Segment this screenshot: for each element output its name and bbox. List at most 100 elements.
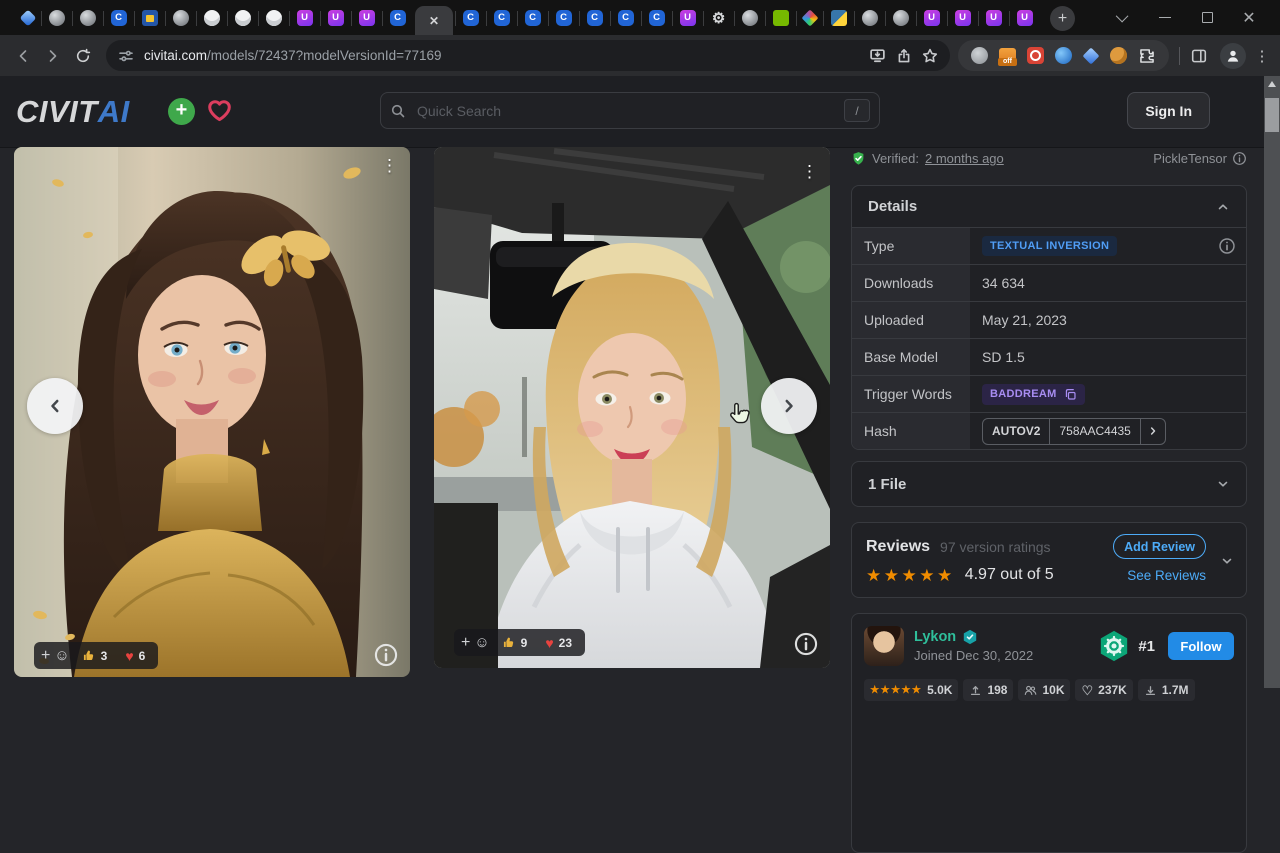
minimize-button[interactable] xyxy=(1144,1,1186,35)
forward-button[interactable] xyxy=(38,41,68,71)
tab-close-icon[interactable]: ✕ xyxy=(429,14,439,28)
tab-civitai[interactable]: C xyxy=(382,1,413,35)
heart-reaction[interactable]: ♥6 xyxy=(119,645,151,666)
share-icon[interactable] xyxy=(896,48,912,64)
add-reaction-button[interactable]: +☺ xyxy=(41,647,70,664)
image-menu-button[interactable]: ⋮ xyxy=(377,153,402,178)
tab-globe[interactable] xyxy=(885,1,916,35)
hash-expand-button[interactable] xyxy=(1141,419,1165,444)
tab-u[interactable]: U xyxy=(1009,1,1040,35)
extension-blue-globe-icon[interactable] xyxy=(1055,47,1072,64)
creator-name[interactable]: Lykon xyxy=(914,629,956,645)
url-bar[interactable]: civitai.com/models/72437?modelVersionId=… xyxy=(106,40,950,71)
install-app-icon[interactable] xyxy=(869,47,886,64)
tab-globe[interactable] xyxy=(734,1,765,35)
add-review-button[interactable]: Add Review xyxy=(1113,534,1206,559)
reviews-chevron-icon[interactable] xyxy=(1220,554,1234,568)
active-tab[interactable]: ✕ xyxy=(415,6,453,35)
tab-github[interactable] xyxy=(227,1,258,35)
heart-reaction[interactable]: ♥23 xyxy=(539,632,578,653)
details-header[interactable]: Details xyxy=(852,186,1246,227)
prev-image-button[interactable] xyxy=(27,378,83,434)
tab-u[interactable]: U xyxy=(978,1,1009,35)
rank-badge-icon[interactable] xyxy=(1097,629,1131,663)
tab-globe[interactable] xyxy=(72,1,103,35)
image-info-button[interactable] xyxy=(793,631,819,657)
tab-nvidia[interactable] xyxy=(765,1,796,35)
tab-prism[interactable] xyxy=(796,1,823,35)
badge-baddream[interactable]: BADDREAM xyxy=(982,384,1085,405)
extension-cookie-icon[interactable] xyxy=(1110,47,1127,64)
tab-search-button[interactable] xyxy=(1102,1,1144,35)
tab-github[interactable] xyxy=(258,1,289,35)
tab-civitai[interactable]: C xyxy=(517,1,548,35)
tab-u[interactable]: U xyxy=(916,1,947,35)
hash-value[interactable]: 758AAC4435 xyxy=(1050,419,1139,444)
detail-row: HashAUTOV2758AAC4435 xyxy=(852,412,1246,449)
bookmark-star-icon[interactable] xyxy=(922,48,938,64)
tab-globe[interactable] xyxy=(165,1,196,35)
tab-u[interactable]: U xyxy=(289,1,320,35)
model-image-1[interactable]: ⋮ +☺ 3 ♥6 xyxy=(14,147,410,677)
tab-civitai[interactable]: C xyxy=(641,1,672,35)
search-input[interactable] xyxy=(415,102,835,120)
tab-python[interactable] xyxy=(823,1,854,35)
new-tab-button[interactable]: + xyxy=(1050,6,1075,31)
like-reaction[interactable]: 9 xyxy=(496,632,534,653)
tab-u[interactable]: U xyxy=(947,1,978,35)
tab-docs[interactable] xyxy=(134,1,165,35)
search-bar[interactable]: / xyxy=(380,92,880,129)
files-header[interactable]: 1 File xyxy=(852,462,1246,506)
like-reaction[interactable]: 3 xyxy=(76,645,114,666)
see-reviews-link[interactable]: See Reviews xyxy=(1127,568,1206,583)
next-image-button[interactable] xyxy=(761,378,817,434)
extensions-puzzle-icon[interactable] xyxy=(1138,47,1156,65)
reload-button[interactable] xyxy=(68,41,98,71)
extension-red-icon[interactable] xyxy=(1027,47,1044,64)
verified-time-link[interactable]: 2 months ago xyxy=(925,151,1004,166)
model-image-2[interactable]: ⋮ +☺ 9 ♥23 xyxy=(434,147,830,668)
tab-civitai[interactable]: C xyxy=(548,1,579,35)
tab-globe[interactable] xyxy=(854,1,885,35)
extension-off-icon[interactable]: off xyxy=(999,48,1016,63)
tab-u[interactable]: U xyxy=(351,1,382,35)
site-settings-icon[interactable] xyxy=(118,48,134,64)
format-info-icon[interactable] xyxy=(1232,151,1247,166)
tab-civitai[interactable]: C xyxy=(610,1,641,35)
scrollbar-thumb[interactable] xyxy=(1265,98,1279,132)
tab-u[interactable]: U xyxy=(672,1,703,35)
tab-gear[interactable]: ⚙ xyxy=(703,1,734,35)
tab-civitai[interactable]: C xyxy=(579,1,610,35)
sign-in-button[interactable]: Sign In xyxy=(1127,92,1210,129)
back-button[interactable] xyxy=(8,41,38,71)
rank-label[interactable]: #1 xyxy=(1138,638,1155,655)
page-scrollbar[interactable] xyxy=(1264,76,1280,688)
tab-globe[interactable] xyxy=(41,1,72,35)
badge-textual-inversion[interactable]: TEXTUAL INVERSION xyxy=(982,236,1117,256)
scroll-up-arrow-icon[interactable] xyxy=(1268,81,1276,87)
extension-gray-icon[interactable] xyxy=(971,47,988,64)
browser-profile-avatar[interactable] xyxy=(1220,43,1246,69)
hash-pill[interactable]: AUTOV2758AAC4435 xyxy=(982,418,1166,445)
extension-gem-icon[interactable] xyxy=(1083,47,1100,64)
tab-civitai[interactable]: C xyxy=(103,1,134,35)
tab-civitai[interactable]: C xyxy=(486,1,517,35)
restore-button[interactable] xyxy=(1186,1,1228,35)
tab-diamond[interactable] xyxy=(14,1,41,35)
copy-icon[interactable] xyxy=(1064,388,1077,401)
browser-menu-button[interactable]: ⋮ xyxy=(1252,47,1272,65)
image-menu-button[interactable]: ⋮ xyxy=(797,159,822,184)
support-heart-icon[interactable] xyxy=(206,97,233,124)
image-info-button[interactable] xyxy=(373,642,399,668)
create-button[interactable]: + xyxy=(168,98,195,125)
close-window-button[interactable]: ✕ xyxy=(1228,1,1270,35)
add-reaction-button[interactable]: +☺ xyxy=(461,634,490,651)
side-panel-button[interactable] xyxy=(1184,41,1214,71)
follow-button[interactable]: Follow xyxy=(1168,632,1234,660)
tab-civitai[interactable]: C xyxy=(455,1,486,35)
row-info-icon[interactable] xyxy=(1218,237,1236,255)
tab-github[interactable] xyxy=(196,1,227,35)
tab-u[interactable]: U xyxy=(320,1,351,35)
civitai-logo[interactable]: CIVITAI xyxy=(16,94,130,130)
creator-avatar[interactable] xyxy=(864,626,904,666)
